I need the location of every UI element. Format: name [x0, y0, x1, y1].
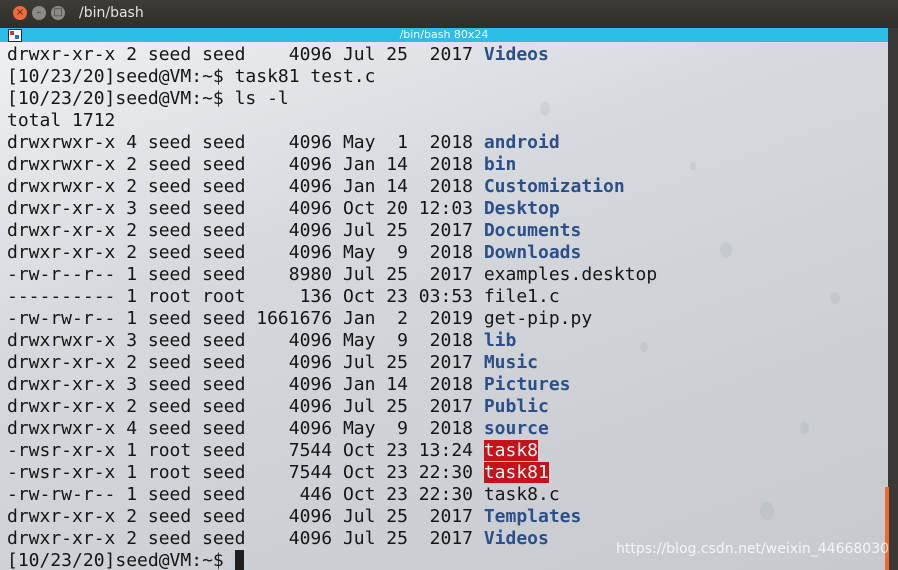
entry-meta: drwxr-xr-x 2 seed seed 4096 Jul 25 2017 [7, 396, 484, 417]
setuid-file-name: task8 [483, 440, 539, 461]
scrollbar-thumb[interactable] [885, 487, 889, 570]
entry-meta: drwxr-xr-x 2 seed seed 4096 Jul 25 2017 [7, 506, 484, 527]
listing-row: drwxr-xr-x 2 seed seed 4096 Jul 25 2017 … [7, 220, 657, 242]
file-name: get-pip.py [483, 308, 593, 329]
entry-meta: drwxrwxr-x 4 seed seed 4096 May 1 2018 [7, 132, 484, 153]
listing-row: drwxrwxr-x 4 seed seed 4096 May 9 2018 s… [7, 418, 657, 440]
entry-meta: ---------- 1 root root 136 Oct 23 03:53 [7, 286, 484, 307]
listing-row: drwxrwxr-x 2 seed seed 4096 Jan 14 2018 … [7, 154, 657, 176]
directory-name: Desktop [483, 198, 560, 219]
listing-row: ---------- 1 root root 136 Oct 23 03:53 … [7, 286, 657, 308]
directory-name: Public [483, 396, 549, 417]
entry-meta: drwxr-xr-x 2 seed seed 4096 Jul 25 2017 [7, 528, 484, 549]
window-title: /bin/bash [79, 5, 144, 21]
maximize-icon[interactable]: □ [51, 6, 65, 20]
entry-meta: drwxrwxr-x 2 seed seed 4096 Jan 14 2018 [7, 176, 484, 197]
entry-meta: -rwsr-xr-x 1 root seed 7544 Oct 23 13:24 [7, 440, 484, 461]
listing-row: drwxr-xr-x 2 seed seed 4096 Jul 25 2017 … [7, 352, 657, 374]
prompt-line: [10/23/20]seed@VM:~$ ls -l [7, 88, 657, 110]
close-icon[interactable]: × [13, 6, 27, 20]
prompt-text: [10/23/20]seed@VM:~$ ls -l [7, 88, 289, 109]
entry-meta: -rw-rw-r-- 1 seed seed 1661676 Jan 2 201… [7, 308, 484, 329]
directory-name: Customization [483, 176, 625, 197]
listing-row: -rwsr-xr-x 1 root seed 7544 Oct 23 13:24… [7, 440, 657, 462]
tab-title: /bin/bash 80x24 [399, 28, 489, 41]
directory-name: Downloads [483, 242, 582, 263]
listing-row: drwxrwxr-x 2 seed seed 4096 Jan 14 2018 … [7, 176, 657, 198]
listing-row: drwxr-xr-x 2 seed seed 4096 May 9 2018 D… [7, 242, 657, 264]
listing-row: drwxr-xr-x 3 seed seed 4096 Oct 20 12:03… [7, 198, 657, 220]
prompt-line: [10/23/20]seed@VM:~$ [7, 550, 657, 570]
watermark: https://blog.csdn.net/weixin_44668030 [616, 541, 890, 557]
directory-name: Videos [483, 528, 549, 549]
listing-row: drwxr-xr-x 3 seed seed 4096 Jan 14 2018 … [7, 374, 657, 396]
file-name: examples.desktop [483, 264, 658, 285]
scrollbar[interactable] [888, 28, 898, 570]
listing-row: drwxr-xr-x 2 seed seed 4096 Jul 25 2017 … [7, 506, 657, 528]
directory-name: Music [483, 352, 539, 373]
directory-name: Documents [483, 220, 582, 241]
entry-meta: drwxrwxr-x 4 seed seed 4096 May 9 2018 [7, 418, 484, 439]
entry-meta: drwxr-xr-x 3 seed seed 4096 Jan 14 2018 [7, 374, 484, 395]
directory-name: Pictures [483, 374, 571, 395]
output-line: total 1712 [7, 110, 657, 132]
entry-meta: drwxr-xr-x 2 seed seed 4096 Jul 25 2017 [7, 44, 484, 65]
entry-meta: -rwsr-xr-x 1 root seed 7544 Oct 23 22:30 [7, 462, 484, 483]
directory-name: bin [483, 154, 517, 175]
directory-name: Videos [483, 44, 549, 65]
listing-row: drwxrwxr-x 3 seed seed 4096 May 9 2018 l… [7, 330, 657, 352]
directory-name: lib [483, 330, 517, 351]
setuid-file-name: task81 [483, 462, 549, 483]
tab-bar: /bin/bash 80x24 [0, 28, 888, 42]
directory-name: android [483, 132, 560, 153]
listing-row: -rw-rw-r-- 1 seed seed 446 Oct 23 22:30 … [7, 484, 657, 506]
listing-row: -rw-rw-r-- 1 seed seed 1661676 Jan 2 201… [7, 308, 657, 330]
directory-name: source [483, 418, 549, 439]
directory-name: Templates [483, 506, 582, 527]
entry-meta: drwxr-xr-x 2 seed seed 4096 Jul 25 2017 [7, 352, 484, 373]
listing-row: -rw-r--r-- 1 seed seed 8980 Jul 25 2017 … [7, 264, 657, 286]
listing-row: drwxr-xr-x 2 seed seed 4096 Jul 25 2017 … [7, 396, 657, 418]
file-name: task8.c [483, 484, 560, 505]
entry-meta: -rw-rw-r-- 1 seed seed 446 Oct 23 22:30 [7, 484, 484, 505]
entry-meta: drwxr-xr-x 2 seed seed 4096 May 9 2018 [7, 242, 484, 263]
entry-meta: drwxr-xr-x 2 seed seed 4096 Jul 25 2017 [7, 220, 484, 241]
listing-row: drwxrwxr-x 4 seed seed 4096 May 1 2018 a… [7, 132, 657, 154]
terminal-output[interactable]: drwxr-xr-x 2 seed seed 4096 Jul 25 2017 … [0, 42, 888, 570]
listing-row: -rwsr-xr-x 1 root seed 7544 Oct 23 22:30… [7, 462, 657, 484]
text-cursor [234, 550, 244, 570]
title-bar: × – □ /bin/bash [0, 0, 898, 28]
entry-meta: drwxrwxr-x 2 seed seed 4096 Jan 14 2018 [7, 154, 484, 175]
listing-row: drwxr-xr-x 2 seed seed 4096 Jul 25 2017 … [7, 528, 657, 550]
listing-row: drwxr-xr-x 2 seed seed 4096 Jul 25 2017 … [7, 44, 657, 66]
terminal-lines: drwxr-xr-x 2 seed seed 4096 Jul 25 2017 … [7, 44, 657, 570]
entry-meta: drwxr-xr-x 3 seed seed 4096 Oct 20 12:03 [7, 198, 484, 219]
output-text: total 1712 [7, 110, 116, 131]
prompt-text: [10/23/20]seed@VM:~$ [7, 550, 235, 570]
entry-meta: drwxrwxr-x 3 seed seed 4096 May 9 2018 [7, 330, 484, 351]
prompt-line: [10/23/20]seed@VM:~$ task81 test.c [7, 66, 657, 88]
file-name: file1.c [483, 286, 560, 307]
prompt-text: [10/23/20]seed@VM:~$ task81 test.c [7, 66, 376, 87]
minimize-icon[interactable]: – [32, 6, 46, 20]
entry-meta: -rw-r--r-- 1 seed seed 8980 Jul 25 2017 [7, 264, 484, 285]
